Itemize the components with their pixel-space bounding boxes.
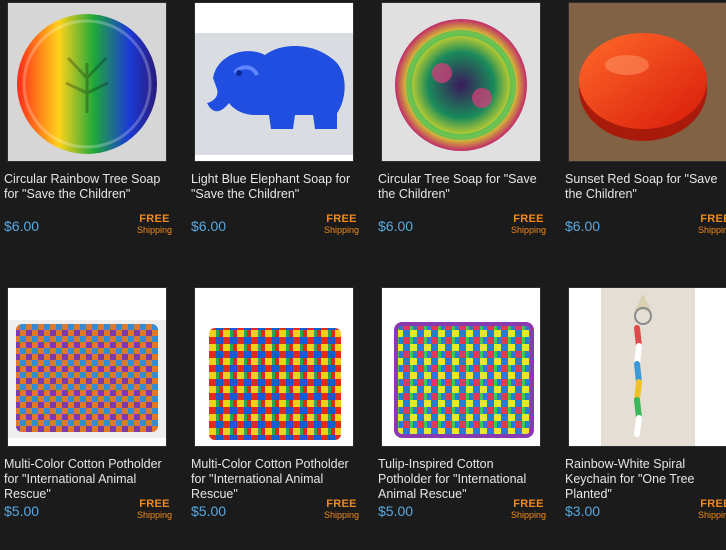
product-card[interactable]: Multi-Color Cotton Potholder for "Intern… xyxy=(0,287,174,525)
product-title[interactable]: Sunset Red Soap for "Save the Children" xyxy=(561,172,726,218)
free-shipping-badge: FREE Shipping xyxy=(323,213,359,236)
free-shipping-badge: FREE Shipping xyxy=(510,498,546,521)
potholder-image[interactable] xyxy=(194,287,354,447)
free-shipping-badge: FREE Shipping xyxy=(510,213,546,236)
product-title[interactable]: Tulip-Inspired Cotton Potholder for "Int… xyxy=(374,457,548,503)
product-card[interactable]: Circular Rainbow Tree Soap for "Save the… xyxy=(0,2,174,240)
product-card[interactable]: Tulip-Inspired Cotton Potholder for "Int… xyxy=(374,287,548,525)
product-grid: Circular Rainbow Tree Soap for "Save the… xyxy=(0,0,726,550)
tree-soap-image[interactable] xyxy=(381,2,541,162)
product-title[interactable]: Multi-Color Cotton Potholder for "Intern… xyxy=(0,457,174,503)
product-price: $6.00 xyxy=(4,218,40,234)
product-price: $3.00 xyxy=(565,503,601,519)
product-title[interactable]: Multi-Color Cotton Potholder for "Intern… xyxy=(187,457,361,503)
free-shipping-badge: FREE Shipping xyxy=(697,498,726,521)
product-price: $5.00 xyxy=(191,503,227,519)
product-price: $5.00 xyxy=(4,503,40,519)
product-card[interactable]: Sunset Red Soap for "Save the Children" … xyxy=(561,2,726,240)
product-price: $5.00 xyxy=(378,503,414,519)
product-title[interactable]: Light Blue Elephant Soap for "Save the C… xyxy=(187,172,361,218)
product-card[interactable]: Multi-Color Cotton Potholder for "Intern… xyxy=(187,287,361,525)
free-shipping-badge: FREE Shipping xyxy=(136,498,172,521)
product-price: $6.00 xyxy=(565,218,601,234)
rainbow-tree-soap-image[interactable] xyxy=(7,2,167,162)
product-card[interactable]: Circular Tree Soap for "Save the Childre… xyxy=(374,2,548,240)
product-title[interactable]: Rainbow-White Spiral Keychain for "One T… xyxy=(561,457,726,503)
product-title[interactable]: Circular Tree Soap for "Save the Childre… xyxy=(374,172,548,218)
free-shipping-badge: FREE Shipping xyxy=(697,213,726,236)
elephant-soap-image[interactable] xyxy=(194,2,354,162)
free-shipping-badge: FREE Shipping xyxy=(323,498,359,521)
potholder-image[interactable] xyxy=(7,287,167,447)
product-card[interactable]: Rainbow-White Spiral Keychain for "One T… xyxy=(561,287,726,525)
product-price: $6.00 xyxy=(191,218,227,234)
keychain-image[interactable] xyxy=(568,287,726,447)
product-price: $6.00 xyxy=(378,218,414,234)
free-shipping-badge: FREE Shipping xyxy=(136,213,172,236)
product-card[interactable]: Light Blue Elephant Soap for "Save the C… xyxy=(187,2,361,240)
product-title[interactable]: Circular Rainbow Tree Soap for "Save the… xyxy=(0,172,174,218)
red-soap-image[interactable] xyxy=(568,2,726,162)
potholder-image[interactable] xyxy=(381,287,541,447)
